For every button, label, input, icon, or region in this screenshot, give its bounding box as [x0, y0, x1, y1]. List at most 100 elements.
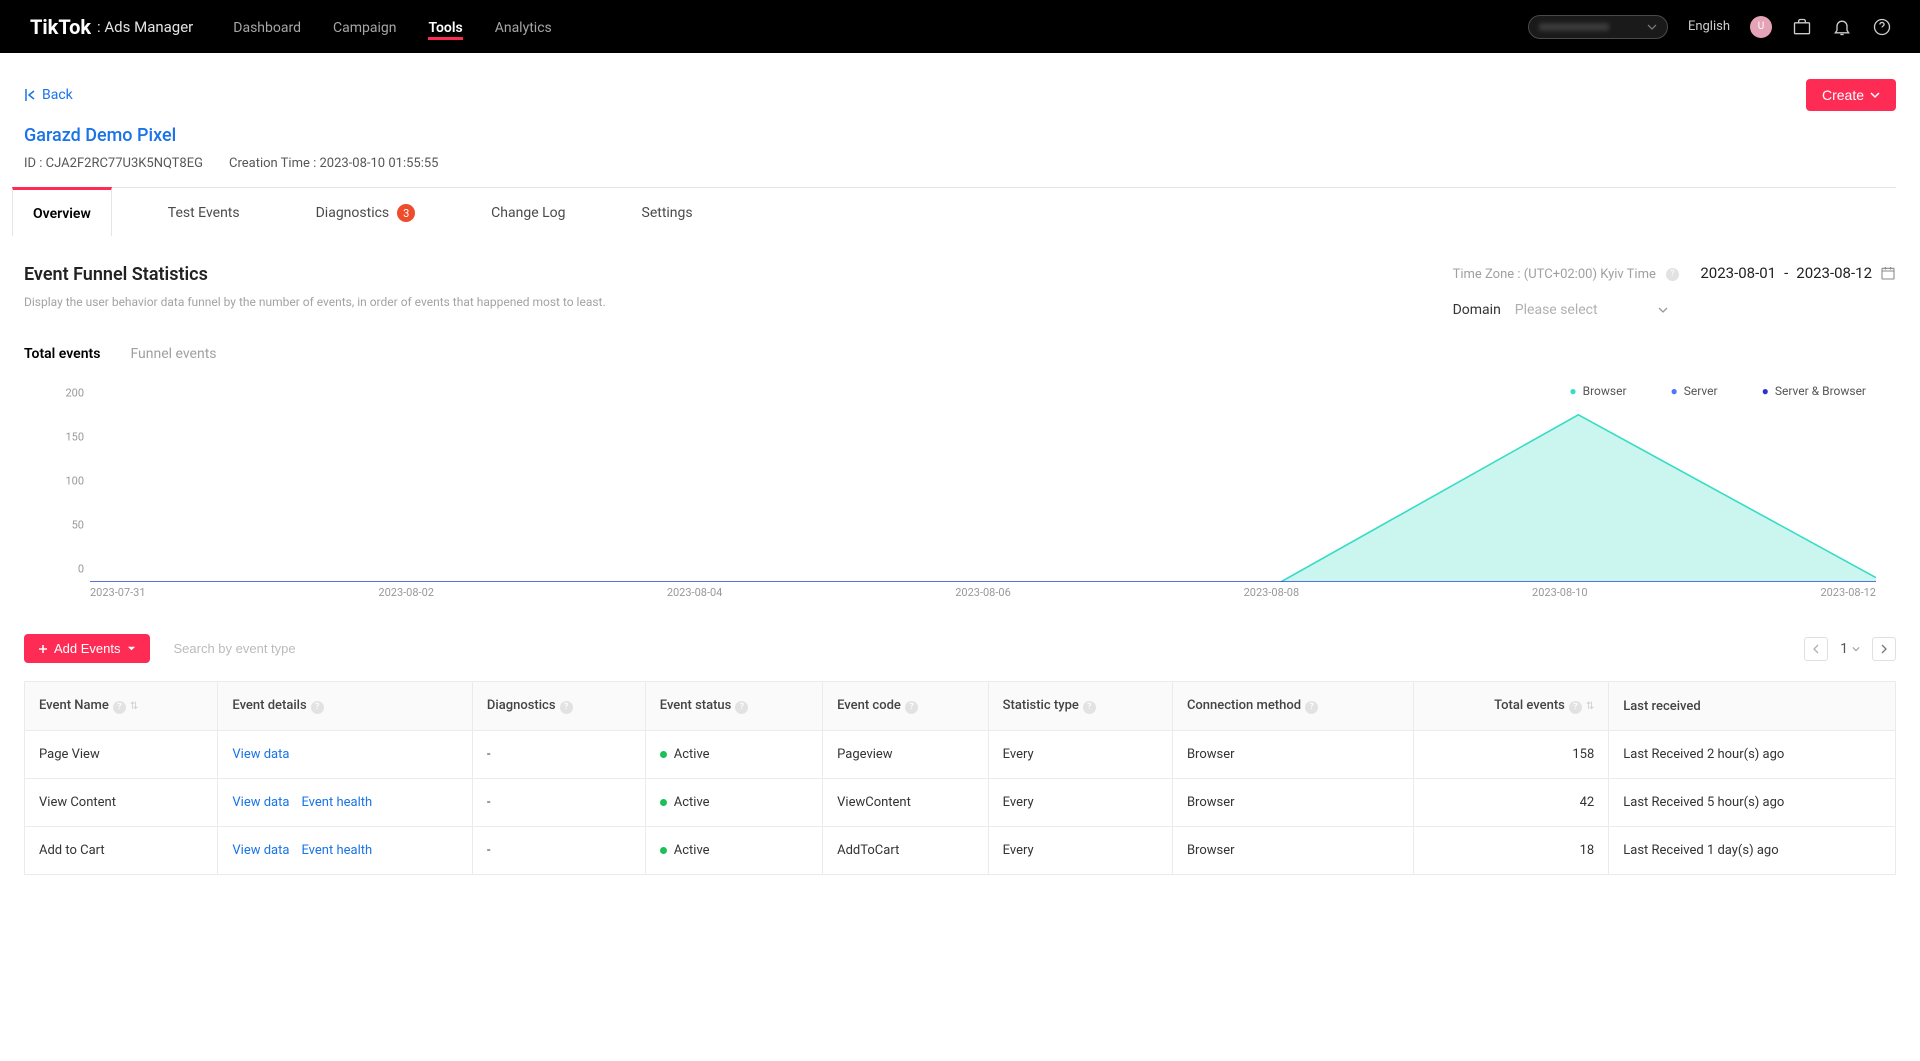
table-row: Add to CartView dataEvent health-ActiveA…: [25, 827, 1896, 875]
caret-down-icon: [127, 644, 136, 653]
chevron-down-icon: [1852, 645, 1860, 653]
pager-next[interactable]: [1872, 637, 1896, 661]
th-label: Statistic type: [1003, 698, 1079, 713]
domain-row: Domain Please select: [1453, 302, 1896, 318]
search-input[interactable]: [174, 641, 394, 656]
create-button[interactable]: Create: [1806, 79, 1896, 111]
plot: [90, 406, 1876, 582]
tab-overview[interactable]: Overview: [12, 187, 112, 236]
info-icon[interactable]: ?: [1569, 701, 1582, 714]
cell-connection: Browser: [1172, 731, 1414, 779]
brand-sub: : Ads Manager: [97, 18, 193, 36]
cell-statistic-type: Every: [988, 731, 1172, 779]
legend-server[interactable]: Server: [1671, 384, 1718, 398]
nav-item-campaign[interactable]: Campaign: [333, 4, 396, 50]
cell-last-received: Last Received 1 day(s) ago: [1609, 827, 1896, 875]
detail-link[interactable]: Event health: [301, 843, 372, 858]
info-icon[interactable]: ?: [1083, 701, 1096, 714]
cell-event-details: View data: [218, 731, 473, 779]
table-controls: Add Events 1: [24, 634, 1896, 663]
nav-item-tools[interactable]: Tools: [428, 4, 462, 50]
detail-link[interactable]: Event health: [301, 795, 372, 810]
tab-test-events[interactable]: Test Events: [148, 188, 260, 236]
legend-server-browser[interactable]: Server & Browser: [1762, 384, 1866, 398]
help-icon[interactable]: [1872, 17, 1892, 37]
pixel-title[interactable]: Garazd Demo Pixel: [24, 125, 1896, 146]
info-icon[interactable]: ?: [1666, 268, 1679, 281]
bell-icon[interactable]: [1832, 17, 1852, 37]
info-icon[interactable]: ?: [560, 701, 573, 714]
cell-event-details: View data Event health: [218, 827, 473, 875]
x-tick: 2023-08-08: [1244, 586, 1300, 606]
x-tick: 2023-08-04: [667, 586, 723, 606]
detail-link[interactable]: View data: [232, 747, 289, 762]
back-link[interactable]: Back: [24, 87, 73, 103]
add-events-button[interactable]: Add Events: [24, 634, 150, 663]
avatar[interactable]: U: [1750, 16, 1772, 38]
domain-placeholder: Please select: [1515, 302, 1598, 318]
nav-item-dashboard[interactable]: Dashboard: [233, 4, 301, 50]
sort-icon[interactable]: ⇅: [130, 701, 138, 712]
info-icon[interactable]: ?: [735, 701, 748, 714]
th-label: Total events: [1494, 698, 1565, 713]
nav-item-analytics[interactable]: Analytics: [495, 4, 552, 50]
calendar-icon: [1880, 265, 1896, 281]
subtab-total[interactable]: Total events: [24, 346, 100, 366]
pixel-creation-time: Creation Time : 2023-08-10 01:55:55: [229, 156, 439, 171]
th-last-received: Last received: [1609, 682, 1896, 731]
add-events-label: Add Events: [54, 641, 121, 656]
tab-change-log[interactable]: Change Log: [471, 188, 585, 236]
pager-page[interactable]: 1: [1840, 641, 1860, 657]
th-label: Event details: [232, 698, 306, 713]
cell-last-received: Last Received 5 hour(s) ago: [1609, 779, 1896, 827]
sort-icon[interactable]: ⇅: [1586, 701, 1594, 712]
table-row: View ContentView dataEvent health-Active…: [25, 779, 1896, 827]
tab-label: Diagnostics: [316, 205, 390, 221]
account-name-redacted: [1539, 23, 1609, 31]
tab-diagnostics[interactable]: Diagnostics3: [296, 188, 436, 236]
domain-select[interactable]: Please select: [1515, 302, 1668, 318]
brand-main: TikTok: [30, 15, 91, 39]
legend-browser[interactable]: Browser: [1569, 384, 1626, 398]
back-icon: [24, 88, 36, 102]
tab-label: Change Log: [491, 205, 565, 221]
y-tick: 0: [78, 563, 84, 576]
brand-logo[interactable]: TikTok : Ads Manager: [30, 15, 193, 39]
cell-event-name: Page View: [25, 731, 218, 779]
th-statistic-type: Statistic type?: [988, 682, 1172, 731]
x-tick: 2023-08-06: [955, 586, 1011, 606]
account-select[interactable]: [1528, 15, 1668, 39]
create-label: Create: [1822, 87, 1864, 103]
th-event-name[interactable]: Event Name?⇅: [25, 682, 218, 731]
th-total-events[interactable]: Total events? ⇅: [1414, 682, 1609, 731]
cell-total: 18: [1414, 827, 1609, 875]
cell-status: Active: [645, 731, 822, 779]
cell-total: 158: [1414, 731, 1609, 779]
pager-prev[interactable]: [1804, 637, 1828, 661]
th-label: Last received: [1623, 699, 1700, 714]
y-tick: 50: [72, 519, 84, 532]
date-range-picker[interactable]: 2023-08-01 - 2023-08-12: [1700, 264, 1896, 282]
info-icon[interactable]: ?: [311, 701, 324, 714]
pixel-meta: ID : CJA2F2RC77U3K5NQT8EG Creation Time …: [24, 156, 1896, 188]
x-tick: 2023-08-02: [378, 586, 434, 606]
info-icon[interactable]: ?: [905, 701, 918, 714]
subtab-funnel[interactable]: Funnel events: [130, 346, 216, 366]
pager: 1: [1804, 637, 1896, 661]
cell-event-name: Add to Cart: [25, 827, 218, 875]
detail-link[interactable]: View data: [232, 843, 289, 858]
chart-area: Browser Server Server & Browser 05010015…: [24, 384, 1896, 606]
y-tick: 100: [65, 475, 84, 488]
language-switch[interactable]: English: [1688, 19, 1730, 34]
detail-link[interactable]: View data: [232, 795, 289, 810]
briefcase-icon[interactable]: [1792, 17, 1812, 37]
tab-settings[interactable]: Settings: [622, 188, 713, 236]
th-event-code: Event code?: [823, 682, 989, 731]
info-icon[interactable]: ?: [113, 701, 126, 714]
th-label: Event code: [837, 698, 901, 713]
cell-statistic-type: Every: [988, 827, 1172, 875]
back-label: Back: [42, 87, 73, 103]
chevron-down-icon: [1870, 90, 1880, 100]
status-dot-icon: [660, 847, 667, 854]
info-icon[interactable]: ?: [1305, 701, 1318, 714]
